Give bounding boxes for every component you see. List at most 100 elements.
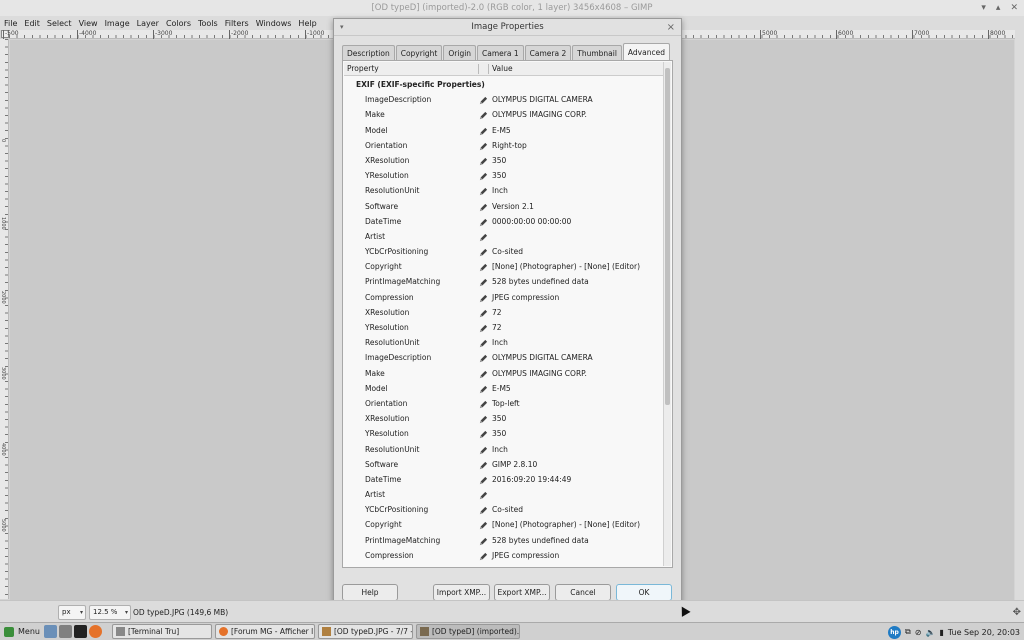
- firefox-icon[interactable]: [88, 625, 102, 638]
- menu-file[interactable]: File: [4, 19, 17, 28]
- edit-pen-icon[interactable]: [479, 445, 488, 454]
- menu-filters[interactable]: Filters: [225, 19, 249, 28]
- menu-tools[interactable]: Tools: [198, 19, 218, 28]
- edit-pen-icon[interactable]: [479, 141, 488, 150]
- column-header-value[interactable]: Value: [492, 62, 513, 76]
- tab-thumbnail[interactable]: Thumbnail: [572, 45, 622, 61]
- table-row[interactable]: DateTime 0000:00:00 00:00:00: [344, 214, 663, 229]
- menu-windows[interactable]: Windows: [256, 19, 292, 28]
- edit-pen-icon[interactable]: [479, 323, 488, 333]
- table-row[interactable]: ResolutionUnit Inch: [344, 183, 663, 198]
- menu-select[interactable]: Select: [47, 19, 72, 28]
- export-xmp-button[interactable]: Export XMP...: [494, 584, 550, 601]
- edit-pen-icon[interactable]: [479, 353, 488, 363]
- edit-pen-icon[interactable]: [479, 551, 488, 560]
- unit-select[interactable]: px ▾: [58, 605, 86, 620]
- edit-pen-icon[interactable]: [479, 126, 488, 135]
- table-row[interactable]: Compression JPEG compression: [344, 290, 663, 305]
- import-xmp-button[interactable]: Import XMP...: [433, 584, 490, 601]
- table-row[interactable]: Software Version 2.1: [344, 199, 663, 214]
- table-row[interactable]: Artist: [344, 487, 663, 502]
- table-row[interactable]: YResolution 350: [344, 168, 663, 183]
- network-icon[interactable]: ⧉: [905, 627, 911, 637]
- ok-button[interactable]: OK: [616, 584, 672, 601]
- minimize-icon[interactable]: ▾: [981, 0, 986, 16]
- table-row[interactable]: Orientation Top-left: [344, 396, 663, 411]
- table-row[interactable]: Artist: [344, 229, 663, 244]
- tab-camera-1[interactable]: Camera 1: [477, 45, 524, 61]
- edit-pen-icon[interactable]: [479, 384, 488, 393]
- table-row[interactable]: Copyright [None] (Photographer) - [None] …: [344, 259, 663, 274]
- menu-image[interactable]: Image: [105, 19, 130, 28]
- edit-pen-icon[interactable]: [479, 490, 488, 500]
- menu-layer[interactable]: Layer: [137, 19, 159, 28]
- canvas-vertical-scrollbar[interactable]: [1015, 30, 1024, 600]
- table-row[interactable]: ResolutionUnit Inch: [344, 442, 663, 457]
- edit-pen-icon[interactable]: [479, 277, 488, 287]
- battery-icon[interactable]: ▮: [939, 628, 943, 637]
- scrollbar-thumb[interactable]: [665, 68, 670, 405]
- terminal-icon[interactable]: [73, 625, 87, 638]
- table-row[interactable]: ImageDescription OLYMPUS DIGITAL CAMERA: [344, 350, 663, 365]
- menu-edit[interactable]: Edit: [24, 19, 40, 28]
- file-manager-icon[interactable]: [58, 625, 72, 638]
- show-desktop-icon[interactable]: [43, 625, 57, 638]
- edit-pen-icon[interactable]: [479, 505, 488, 515]
- table-row[interactable]: YCbCrPositioning Co-sited: [344, 244, 663, 259]
- table-row[interactable]: Compression JPEG compression: [344, 548, 663, 563]
- edit-pen-icon[interactable]: [479, 202, 488, 211]
- edit-pen-icon[interactable]: [479, 460, 488, 469]
- edit-pen-icon[interactable]: [479, 536, 488, 545]
- edit-pen-icon[interactable]: [479, 429, 488, 439]
- start-menu-button[interactable]: Menu: [0, 624, 44, 640]
- table-row[interactable]: ImageDescription OLYMPUS DIGITAL CAMERA: [344, 92, 663, 107]
- edit-pen-icon[interactable]: [479, 95, 488, 105]
- tab-copyright[interactable]: Copyright: [395, 45, 443, 61]
- menu-colors[interactable]: Colors: [166, 19, 191, 28]
- table-row[interactable]: DateTime 2016:09:20 19:44:49: [344, 472, 663, 487]
- volume-icon[interactable]: 🔈: [925, 628, 935, 637]
- edit-pen-icon[interactable]: [479, 232, 488, 241]
- table-row[interactable]: Make OLYMPUS IMAGING CORP.: [344, 107, 663, 122]
- edit-pen-icon[interactable]: [479, 262, 488, 272]
- edit-pen-icon[interactable]: [479, 338, 488, 348]
- tab-description[interactable]: Description: [342, 45, 395, 61]
- zoom-select[interactable]: 12.5 % ▾: [89, 605, 131, 620]
- edit-pen-icon[interactable]: [479, 171, 488, 181]
- edit-pen-icon[interactable]: [479, 520, 488, 530]
- edit-pen-icon[interactable]: [479, 293, 488, 302]
- table-row[interactable]: PrintImageMatching 528 bytes undefined da…: [344, 533, 663, 548]
- group-row-exif[interactable]: EXIF (EXIF-specific Properties): [344, 77, 663, 92]
- cancel-button[interactable]: Cancel: [555, 584, 611, 601]
- clock[interactable]: Tue Sep 20, 20:03: [948, 628, 1020, 637]
- task-forum[interactable]: [Forum MG - Afficher l...: [214, 624, 315, 639]
- edit-pen-icon[interactable]: [479, 247, 488, 257]
- table-row[interactable]: PrintImageMatching 528 bytes undefined da…: [344, 274, 663, 289]
- edit-pen-icon[interactable]: [479, 414, 488, 424]
- dialog-menu-icon[interactable]: ▾: [340, 19, 344, 36]
- table-row[interactable]: Model E-M5: [344, 123, 663, 138]
- edit-pen-icon[interactable]: [479, 308, 488, 317]
- table-row[interactable]: Software GIMP 2.8.10: [344, 457, 663, 472]
- edit-pen-icon[interactable]: [479, 369, 488, 378]
- table-row[interactable]: YCbCrPositioning Co-sited: [344, 502, 663, 517]
- tab-camera-2[interactable]: Camera 2: [524, 45, 572, 61]
- table-row[interactable]: Make OLYMPUS IMAGING CORP.: [344, 366, 663, 381]
- menu-help[interactable]: Help: [298, 19, 316, 28]
- table-row[interactable]: Copyright [None] (Photographer) - [None] …: [344, 517, 663, 532]
- help-button[interactable]: Help: [342, 584, 398, 601]
- table-row[interactable]: XResolution 350: [344, 153, 663, 168]
- menu-view[interactable]: View: [79, 19, 98, 28]
- edit-pen-icon[interactable]: [479, 110, 488, 120]
- tab-advanced[interactable]: Advanced: [622, 43, 670, 61]
- tree-scrollbar[interactable]: [663, 62, 671, 566]
- maximize-icon[interactable]: ▴: [996, 0, 1001, 16]
- navigate-icon[interactable]: ✥: [1013, 607, 1021, 618]
- table-row[interactable]: ResolutionUnit Inch: [344, 335, 663, 350]
- task-terminal[interactable]: [Terminal Tru]: [111, 624, 212, 639]
- dialog-close-icon[interactable]: ×: [667, 19, 675, 36]
- table-row[interactable]: YResolution 350: [344, 426, 663, 441]
- task-gimp[interactable]: [OD typeD] (imported)...: [415, 624, 520, 639]
- mute-icon[interactable]: ⊘: [915, 628, 922, 637]
- edit-pen-icon[interactable]: [479, 475, 488, 484]
